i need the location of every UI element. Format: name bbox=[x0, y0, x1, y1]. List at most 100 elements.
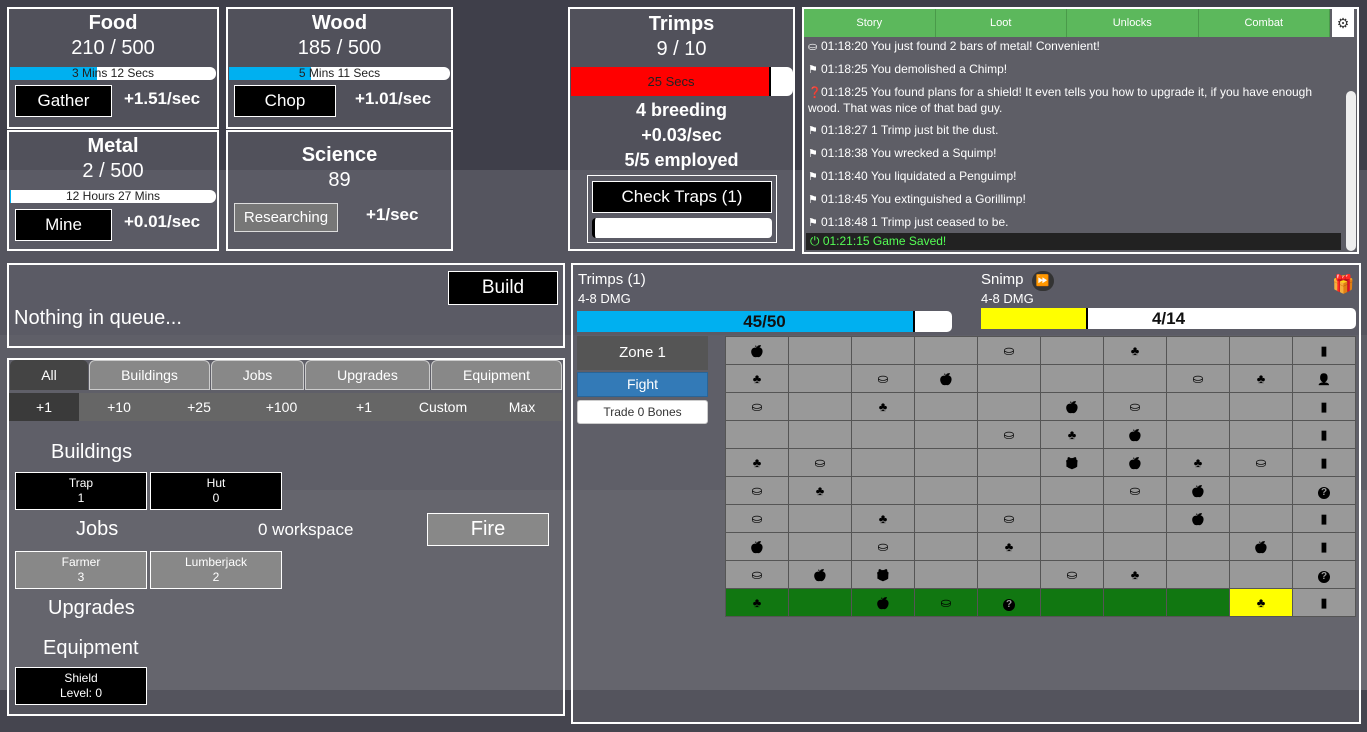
amount-plus10[interactable]: +10 bbox=[79, 393, 159, 421]
wood-panel: Wood 185 / 500 5 Mins 11 Secs Chop +1.01… bbox=[226, 7, 453, 129]
fight-button[interactable]: Fight bbox=[577, 372, 708, 397]
map-cell bbox=[1229, 392, 1293, 421]
map-cell: ♣ bbox=[1166, 448, 1230, 477]
map-cell: ? bbox=[1292, 476, 1356, 505]
map-cell: ? bbox=[1292, 560, 1356, 589]
workspace-count: 0 workspace bbox=[258, 520, 354, 539]
apple-icon: 🍎 bbox=[939, 374, 953, 386]
map-cell: 🍎 bbox=[1166, 504, 1230, 533]
amount-plus1[interactable]: +1 bbox=[9, 393, 79, 421]
amount-max[interactable]: Max bbox=[482, 393, 562, 421]
tab-story[interactable]: Story bbox=[804, 9, 936, 37]
map-cell: ? bbox=[977, 588, 1041, 617]
map-cell bbox=[851, 420, 915, 449]
tree-icon: ♣ bbox=[752, 595, 762, 610]
trimps-damage: 4-8 DMG bbox=[578, 291, 631, 306]
tree-icon: ♣ bbox=[1256, 371, 1266, 386]
shield-level: Level: 0 bbox=[59, 686, 103, 700]
tab-jobs[interactable]: Jobs bbox=[211, 360, 304, 390]
map-cell: ♣ bbox=[851, 504, 915, 533]
map-cell bbox=[977, 364, 1041, 393]
fire-button[interactable]: Fire bbox=[427, 513, 549, 546]
check-traps-button[interactable]: Check Traps (1) bbox=[592, 181, 772, 213]
hut-count: 0 bbox=[212, 491, 220, 505]
tab-combat[interactable]: Combat bbox=[1198, 9, 1330, 37]
map-cell: 🍎 bbox=[725, 532, 789, 561]
map-cell bbox=[977, 560, 1041, 589]
mine-button[interactable]: Mine bbox=[15, 209, 112, 241]
science-amount: 89 bbox=[328, 169, 351, 191]
shield-equipment-button[interactable]: Shield Level: 0 bbox=[15, 667, 147, 705]
map-cell bbox=[914, 504, 978, 533]
tree-icon: ♣ bbox=[752, 455, 762, 470]
hut-building-button[interactable]: Hut 0 bbox=[150, 472, 282, 510]
amount-plus1-alt[interactable]: +1 bbox=[324, 393, 404, 421]
map-cell: 🎁 bbox=[1040, 448, 1104, 477]
map-cell bbox=[851, 336, 915, 365]
trap-building-button[interactable]: Trap 1 bbox=[15, 472, 147, 510]
farmer-job-button[interactable]: Farmer 3 bbox=[15, 551, 147, 589]
map-cell bbox=[1229, 420, 1293, 449]
tab-all[interactable]: All bbox=[10, 360, 88, 390]
tab-upgrades[interactable]: Upgrades bbox=[305, 360, 430, 390]
gear-icon[interactable]: ⚙ bbox=[1332, 9, 1354, 37]
log-lines: ⛀ 01:18:20 You just found 2 bars of metal… bbox=[808, 39, 1343, 238]
log-text: 01:18:40 You liquidated a Penguimp! bbox=[821, 169, 1017, 183]
metal-icon: ⛀ bbox=[751, 399, 763, 414]
wood-amount: 185 / 500 bbox=[297, 37, 382, 59]
log-line: ⚑ 01:18:40 You liquidated a Penguimp! bbox=[808, 169, 1343, 185]
trade-bones-button[interactable]: Trade 0 Bones bbox=[577, 400, 708, 424]
wood-rate: +1.01/sec bbox=[355, 89, 432, 108]
researching-button[interactable]: Researching bbox=[234, 203, 338, 232]
tree-icon: ♣ bbox=[878, 399, 888, 414]
map-cell: ▮ bbox=[1292, 588, 1356, 617]
build-button[interactable]: Build bbox=[448, 271, 558, 305]
map-cell bbox=[1166, 392, 1230, 421]
metal-icon: ⛀ bbox=[1003, 511, 1015, 526]
log-scrollbar[interactable] bbox=[1346, 91, 1356, 251]
science-panel: Science 89 Researching +1/sec bbox=[226, 130, 453, 251]
lumberjack-job-button[interactable]: Lumberjack 2 bbox=[150, 551, 282, 589]
food-progress-bar: 3 Mins 12 Secs bbox=[10, 67, 216, 80]
food-title: Food bbox=[88, 12, 138, 34]
amount-custom[interactable]: Custom bbox=[404, 393, 482, 421]
chop-button[interactable]: Chop bbox=[234, 85, 336, 117]
metal-amount: 2 / 500 bbox=[82, 160, 144, 182]
map-cell: ♣ bbox=[977, 532, 1041, 561]
map-cell bbox=[914, 392, 978, 421]
amount-plus100[interactable]: +100 bbox=[239, 393, 324, 421]
tab-equipment[interactable]: Equipment bbox=[431, 360, 562, 390]
map-cell bbox=[1040, 476, 1104, 505]
map-cell bbox=[914, 476, 978, 505]
map-cell: 🍎 bbox=[1229, 532, 1293, 561]
gather-button[interactable]: Gather bbox=[15, 85, 112, 117]
breed-bar-text: 25 Secs bbox=[647, 74, 695, 89]
map-cell: ♣ bbox=[851, 392, 915, 421]
flag-icon: ⚑ bbox=[808, 171, 818, 183]
trimps-stats: 4 breeding +0.03/sec 5/5 employed bbox=[570, 98, 793, 173]
map-cell: ♣ bbox=[1103, 336, 1167, 365]
zone-label: Zone 1 bbox=[577, 336, 708, 370]
buy-amounts: +1 +10 +25 +100 +1 Custom Max bbox=[9, 393, 562, 421]
book-icon: ▮ bbox=[1320, 399, 1328, 414]
gift-icon[interactable]: 🎁 bbox=[1332, 274, 1354, 295]
wood-title: Wood bbox=[311, 12, 368, 34]
metal-icon: ⛀ bbox=[1129, 399, 1141, 414]
lumberjack-label: Lumberjack bbox=[184, 555, 248, 569]
upgrades-heading: Upgrades bbox=[48, 597, 135, 619]
apple-icon: 🍎 bbox=[750, 346, 764, 358]
tab-buildings[interactable]: Buildings bbox=[89, 360, 210, 390]
fast-forward-icon[interactable]: ⏩ bbox=[1031, 271, 1054, 291]
log-text: 01:18:27 1 Trimp just bit the dust. bbox=[821, 123, 999, 137]
trimps-fighter-name: Trimps (1) bbox=[578, 271, 646, 288]
map-cell bbox=[788, 364, 852, 393]
map-cell bbox=[914, 420, 978, 449]
map-cell: 🍎 bbox=[914, 364, 978, 393]
tab-unlocks[interactable]: Unlocks bbox=[1067, 9, 1199, 37]
map-cell bbox=[788, 504, 852, 533]
map-cell: ♣ bbox=[725, 364, 789, 393]
trimps-title: Trimps bbox=[648, 13, 715, 35]
amount-plus25[interactable]: +25 bbox=[159, 393, 239, 421]
apple-icon: 🍎 bbox=[1254, 542, 1268, 554]
tab-loot[interactable]: Loot bbox=[935, 9, 1067, 37]
